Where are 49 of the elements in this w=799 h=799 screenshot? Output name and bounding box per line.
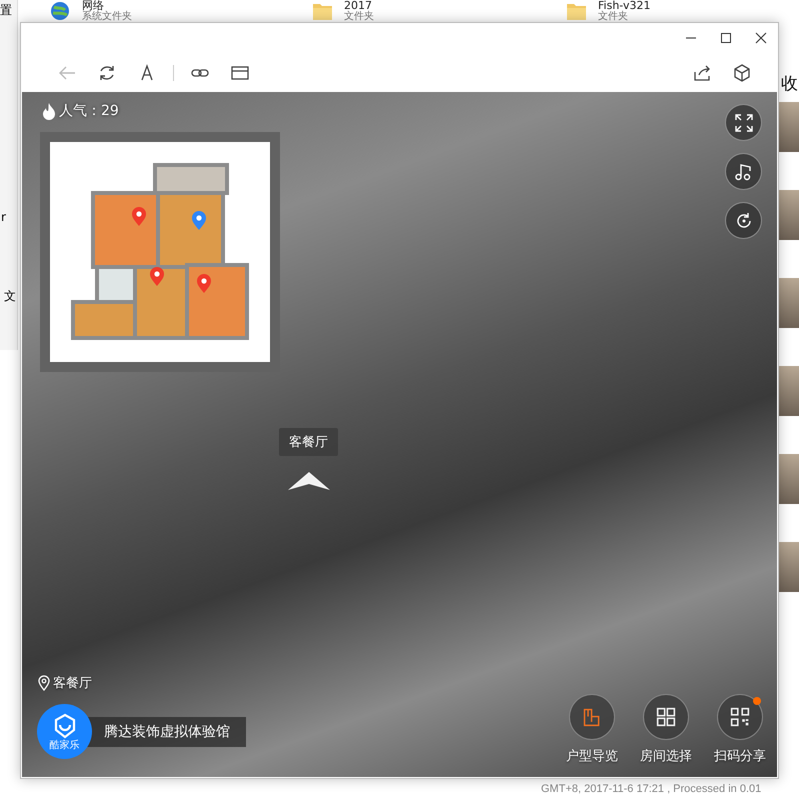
footer-text: GMT+8, 2017-11-6 17:21 , Processed in 0.01: [541, 783, 762, 795]
panorama-photo[interactable]: 人气：29 客餐厅 客餐厅 酷家乐 腾达装饰虚拟体验馆 户型导览 房间选择 扫码分享: [22, 92, 777, 777]
map-pin-icon[interactable]: [132, 207, 146, 226]
share-icon: [692, 62, 712, 82]
notification-dot: [753, 697, 761, 705]
current-room: 客餐厅: [53, 675, 92, 692]
qr-code-icon: [729, 706, 751, 728]
popularity-count: 人气：29: [59, 102, 119, 120]
partial-text: 置: [0, 2, 12, 19]
thumbnail-photo: [779, 542, 799, 592]
hotspot-label[interactable]: 客餐厅: [279, 428, 338, 456]
action-button[interactable]: [643, 694, 689, 740]
fullscreen-button[interactable]: [725, 104, 762, 141]
grid-icon: [655, 706, 677, 728]
logo-text: 酷家乐: [50, 740, 80, 750]
action-label: 户型导览: [566, 748, 618, 765]
globe-icon: [50, 0, 72, 22]
action-button[interactable]: [717, 694, 763, 740]
map-pin-icon[interactable]: [192, 211, 206, 230]
music-note-icon: [734, 162, 754, 182]
partial-text: 文: [4, 288, 16, 305]
file-name[interactable]: Fish-v321: [598, 0, 650, 11]
thumbnail-photo: [779, 278, 799, 328]
action-label: 扫码分享: [714, 748, 766, 765]
thumbnail-photo: [779, 102, 799, 152]
close-icon: [754, 32, 766, 44]
music-button[interactable]: [725, 153, 762, 190]
location-pin-icon: [38, 675, 50, 691]
maximize-icon: [720, 32, 732, 44]
cube-icon: [732, 62, 752, 82]
file-name[interactable]: 2017: [344, 0, 374, 11]
brand-logo[interactable]: 酷家乐: [37, 704, 92, 759]
shield-icon: [52, 712, 76, 738]
map-pin-icon[interactable]: [197, 274, 211, 293]
file-name[interactable]: 网络: [82, 0, 132, 11]
action-label: 房间选择: [640, 748, 692, 765]
file-type: 文件夹: [598, 11, 629, 22]
flame-icon: [42, 102, 56, 120]
thumbnail-photo: [779, 366, 799, 416]
map-pin-icon[interactable]: [150, 267, 164, 286]
thumbnail-photo: [779, 190, 799, 240]
thumbnail-photo: [779, 454, 799, 504]
partial-text: r: [1, 210, 6, 224]
file-type: 文件夹: [344, 11, 374, 22]
fullscreen-icon: [734, 112, 754, 132]
file-type: 系统文件夹: [82, 11, 132, 22]
section-heading: 收: [781, 73, 798, 95]
gyroscope-button[interactable]: [725, 202, 762, 239]
forward-arrow-icon[interactable]: [286, 470, 332, 492]
